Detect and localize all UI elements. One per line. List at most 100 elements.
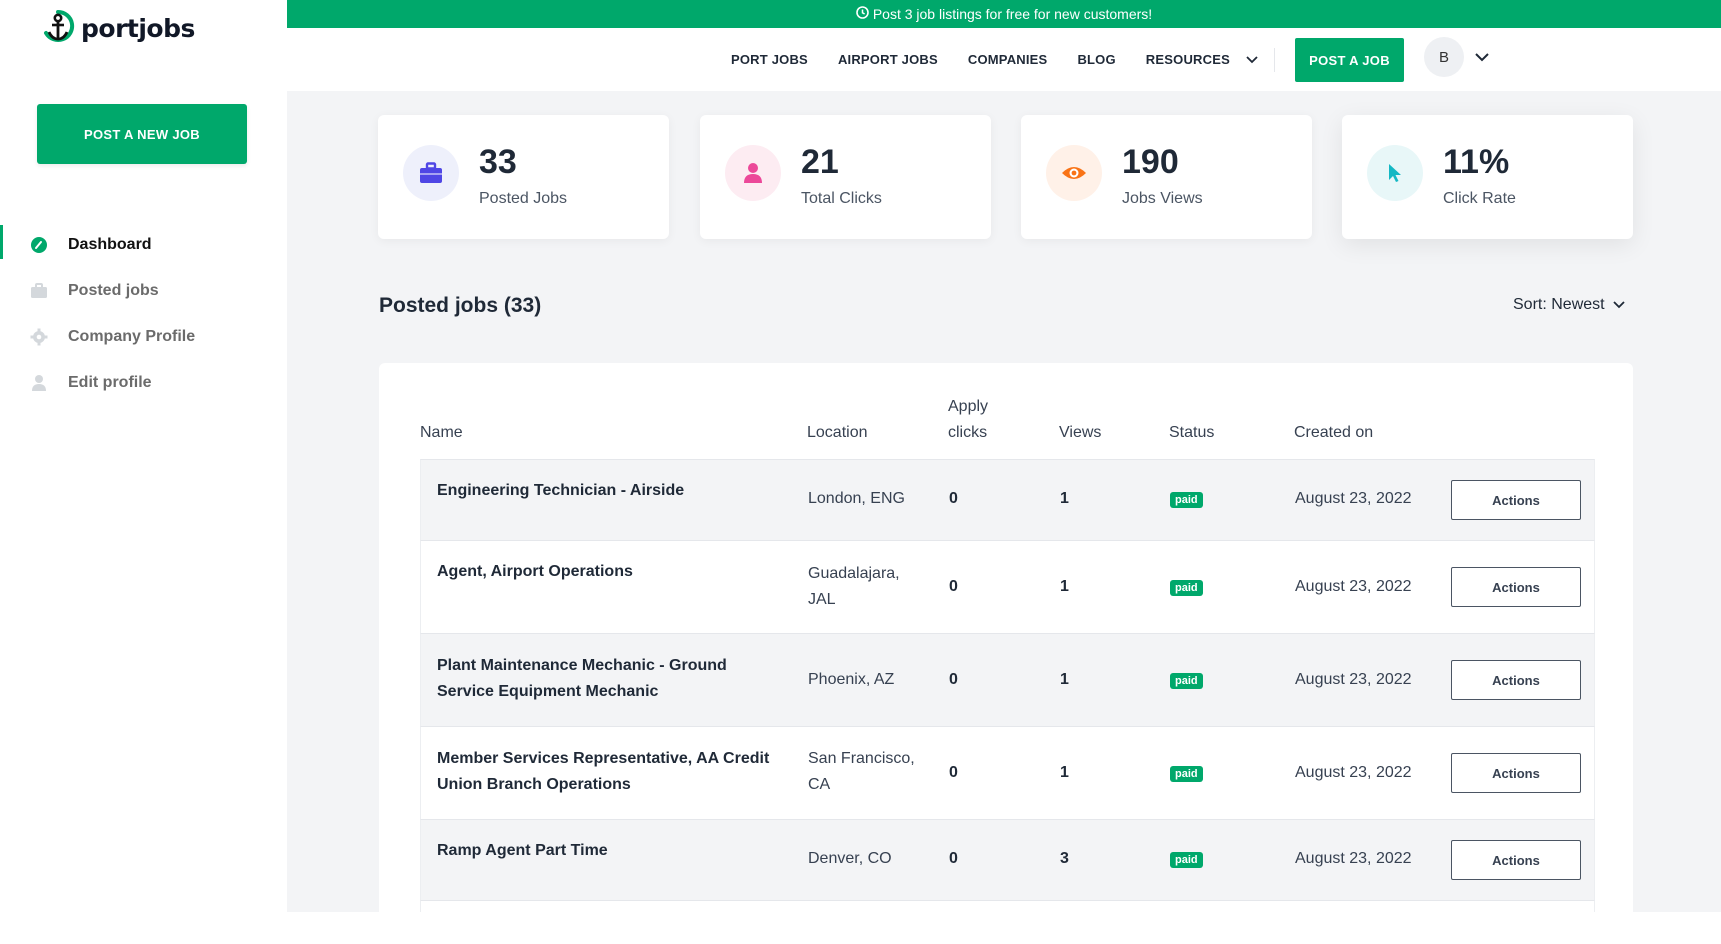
stat-card-total-clicks: 21 Total Clicks [700, 115, 991, 239]
sort-label: Sort: Newest [1513, 296, 1605, 313]
sort-dropdown[interactable]: Sort: Newest [1513, 296, 1625, 314]
user-icon [30, 374, 48, 392]
job-created-date: August 23, 2022 [1295, 578, 1412, 595]
stat-value: 190 [1122, 143, 1179, 181]
job-views: 1 [1060, 671, 1069, 688]
eye-icon [1046, 145, 1102, 201]
column-header-created[interactable]: Created on [1294, 420, 1373, 446]
sidebar-item-dashboard[interactable]: Dashboard [0, 222, 287, 268]
gear-icon [30, 328, 48, 346]
nav-port-jobs[interactable]: PORT JOBS [731, 52, 808, 67]
sidebar-item-company-profile[interactable]: Company Profile [0, 314, 287, 360]
table-row[interactable]: Engineering Technician - Airside London,… [420, 459, 1595, 540]
status-badge: paid [1170, 852, 1203, 868]
stat-value: 21 [801, 143, 839, 181]
sidebar-item-label: Edit profile [68, 374, 152, 391]
post-new-job-button[interactable]: POST A NEW JOB [37, 104, 247, 164]
dashboard-gauge-icon [30, 236, 48, 254]
column-header-apply[interactable]: Apply [948, 394, 988, 420]
post-a-job-button[interactable]: POST A JOB [1295, 38, 1404, 82]
stat-label: Click Rate [1443, 190, 1516, 207]
top-nav: PORT JOBS AIRPORT JOBS COMPANIES BLOG RE… [287, 28, 1721, 91]
job-views: 1 [1060, 578, 1069, 595]
stat-label: Total Clicks [801, 190, 882, 207]
job-views: 1 [1060, 764, 1069, 781]
nav-blog[interactable]: BLOG [1077, 52, 1115, 67]
job-name[interactable]: Ramp Agent Part Time [437, 838, 797, 864]
job-location: Phoenix, AZ [808, 671, 895, 688]
column-header-views[interactable]: Views [1059, 420, 1101, 446]
stat-label: Jobs Views [1122, 190, 1203, 207]
job-name[interactable]: Plant Maintenance Mechanic - Ground Serv… [437, 653, 767, 705]
status-badge: paid [1170, 492, 1203, 508]
nav-divider [1274, 48, 1275, 72]
user-icon [725, 145, 781, 201]
nav-companies[interactable]: COMPANIES [968, 52, 1048, 67]
table-row[interactable]: Plant Maintenance Mechanic - Ground Serv… [420, 633, 1595, 726]
chevron-down-icon [1246, 52, 1258, 67]
actions-button[interactable]: Actions [1451, 567, 1581, 607]
chevron-down-icon[interactable] [1475, 49, 1489, 67]
job-location: Denver, CO [808, 850, 892, 867]
anchor-logo-icon [41, 9, 75, 48]
job-views: 3 [1060, 850, 1069, 867]
table-row[interactable]: Agent, Airport Operations Guadalajara, J… [420, 540, 1595, 633]
job-location: San Francisco, CA [808, 750, 915, 793]
sidebar-item-label: Posted jobs [68, 282, 159, 299]
briefcase-icon [30, 282, 48, 300]
job-apply-clicks: 0 [949, 671, 958, 688]
job-location: Guadalajara, JAL [808, 565, 900, 608]
nav-resources-label: RESOURCES [1145, 52, 1230, 67]
column-header-location[interactable]: Location [807, 420, 868, 446]
column-header-clicks[interactable]: clicks [948, 420, 987, 446]
job-apply-clicks: 0 [949, 578, 958, 595]
sidebar-item-edit-profile[interactable]: Edit profile [0, 360, 287, 406]
status-badge: paid [1170, 766, 1203, 782]
promo-text: Post 3 job listings for free for new cus… [872, 6, 1153, 22]
avatar[interactable]: B [1424, 37, 1464, 77]
cursor-icon [1367, 145, 1423, 201]
table-row[interactable] [420, 900, 1595, 912]
sidebar-item-label: Company Profile [68, 328, 196, 345]
posted-jobs-title: Posted jobs (33) [379, 294, 542, 317]
job-location: London, ENG [808, 490, 905, 507]
job-created-date: August 23, 2022 [1295, 764, 1412, 781]
column-header-name[interactable]: Name [420, 420, 463, 446]
posted-jobs-table: Name Location Apply clicks Views Status … [379, 363, 1633, 912]
stat-value: 11% [1443, 143, 1510, 181]
sidebar-item-posted-jobs[interactable]: Posted jobs [0, 268, 287, 314]
logo[interactable]: portjobs [41, 9, 195, 48]
chevron-down-icon [1612, 296, 1625, 314]
nav-resources[interactable]: RESOURCES [1146, 52, 1258, 67]
status-badge: paid [1170, 673, 1203, 689]
nav-airport-jobs[interactable]: AIRPORT JOBS [838, 52, 938, 67]
actions-button[interactable]: Actions [1451, 480, 1581, 520]
job-name[interactable]: Engineering Technician - Airside [437, 478, 797, 504]
clock-icon [856, 6, 869, 22]
actions-button[interactable]: Actions [1451, 840, 1581, 880]
job-apply-clicks: 0 [949, 490, 958, 507]
job-apply-clicks: 0 [949, 850, 958, 867]
sidebar-nav: Dashboard Posted jobs Company Profile Ed… [0, 222, 287, 406]
table-row[interactable]: Member Services Representative, AA Credi… [420, 726, 1595, 819]
job-apply-clicks: 0 [949, 764, 958, 781]
sidebar-item-label: Dashboard [68, 236, 152, 253]
stat-value: 33 [479, 143, 517, 181]
stat-label: Posted Jobs [479, 190, 568, 207]
job-created-date: August 23, 2022 [1295, 850, 1412, 867]
actions-button[interactable]: Actions [1451, 753, 1581, 793]
column-header-status[interactable]: Status [1169, 420, 1214, 446]
job-created-date: August 23, 2022 [1295, 490, 1412, 507]
job-name[interactable]: Agent, Airport Operations [437, 559, 797, 585]
actions-button[interactable]: Actions [1451, 660, 1581, 700]
sidebar: portjobs POST A NEW JOB Dashboard Posted… [0, 0, 287, 944]
main-content: 33 Posted Jobs 21 Total Clicks 190 Jobs … [287, 91, 1721, 912]
stat-card-jobs-views: 190 Jobs Views [1021, 115, 1312, 239]
briefcase-icon [403, 145, 459, 201]
stat-card-posted-jobs: 33 Posted Jobs [378, 115, 669, 239]
table-row[interactable]: Ramp Agent Part Time Denver, CO 0 3 paid… [420, 819, 1595, 900]
status-badge: paid [1170, 580, 1203, 596]
stat-card-click-rate: 11% Click Rate [1342, 115, 1633, 239]
job-name[interactable]: Member Services Representative, AA Credi… [437, 746, 787, 798]
promo-banner: Post 3 job listings for free for new cus… [287, 0, 1721, 28]
